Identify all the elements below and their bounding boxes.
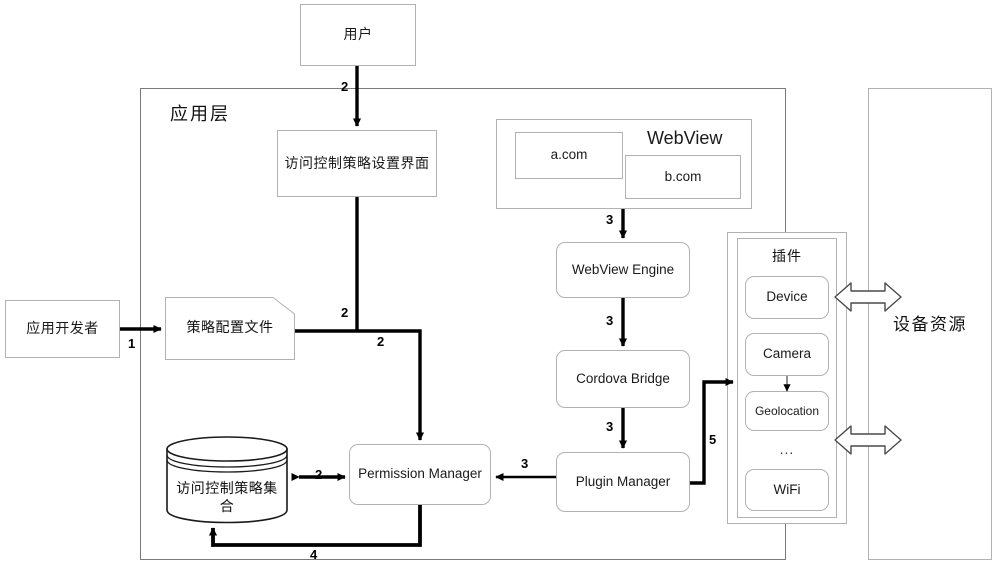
node-policy-store[interactable]: 访问控制策略集 合	[165, 435, 289, 524]
edge-label-webview-to-engine: 3	[606, 212, 614, 227]
device-resource-label: 设备资源	[893, 315, 967, 334]
edge-label-developer-to-config-file: 1	[128, 336, 136, 351]
webview-title-label: WebView	[647, 128, 723, 148]
policy-config-file-label: 策略配置文件	[186, 319, 274, 335]
node-cordova-bridge[interactable]: Cordova Bridge	[556, 350, 690, 408]
node-permission-manager[interactable]: Permission Manager	[349, 444, 491, 505]
webview-page-a[interactable]: a.com	[515, 132, 623, 179]
node-policy-settings-ui[interactable]: 访问控制策略设置界面	[277, 130, 437, 197]
edge-label-junction-to-permission-manager: 2	[377, 334, 385, 349]
plugin-item-ellipsis: ...	[779, 441, 795, 457]
plugin-item-camera[interactable]: Camera	[745, 333, 829, 376]
policy-store-label-line1: 访问控制策略集	[176, 480, 278, 496]
node-user[interactable]: 用户	[300, 4, 416, 66]
edge-label-ui-to-junction: 2	[341, 305, 349, 320]
diagram-canvas: 应用层 设备资源 用户 访问控制策略设置界面 WebView a.com b.c…	[0, 0, 1000, 571]
plugins-panel-title: 插件	[772, 248, 802, 264]
node-app-developer[interactable]: 应用开发者	[5, 300, 120, 358]
edge-label-store-permission-manager: 2	[315, 467, 323, 482]
webview-page-b[interactable]: b.com	[625, 155, 741, 199]
plugin-item-geolocation[interactable]: Geolocation	[745, 391, 829, 431]
edge-label-user-to-ui: 2	[341, 79, 349, 94]
edge-label-bridge-to-plugin-manager: 3	[606, 419, 614, 434]
edge-label-plugin-manager-to-plugins: 5	[709, 432, 717, 447]
node-webview-engine[interactable]: WebView Engine	[556, 242, 690, 298]
edge-label-engine-to-bridge: 3	[606, 313, 614, 328]
plugin-item-device[interactable]: Device	[745, 276, 829, 319]
edge-label-plugin-to-permission-manager: 3	[521, 456, 529, 471]
policy-store-label-line2: 合	[219, 498, 235, 514]
node-policy-config-file[interactable]: 策略配置文件	[165, 297, 295, 360]
application-layer-label: 应用层	[170, 104, 230, 124]
plugin-item-wifi[interactable]: WiFi	[745, 469, 829, 511]
node-plugin-manager[interactable]: Plugin Manager	[556, 452, 690, 512]
edge-label-permission-manager-to-store: 4	[310, 547, 318, 562]
